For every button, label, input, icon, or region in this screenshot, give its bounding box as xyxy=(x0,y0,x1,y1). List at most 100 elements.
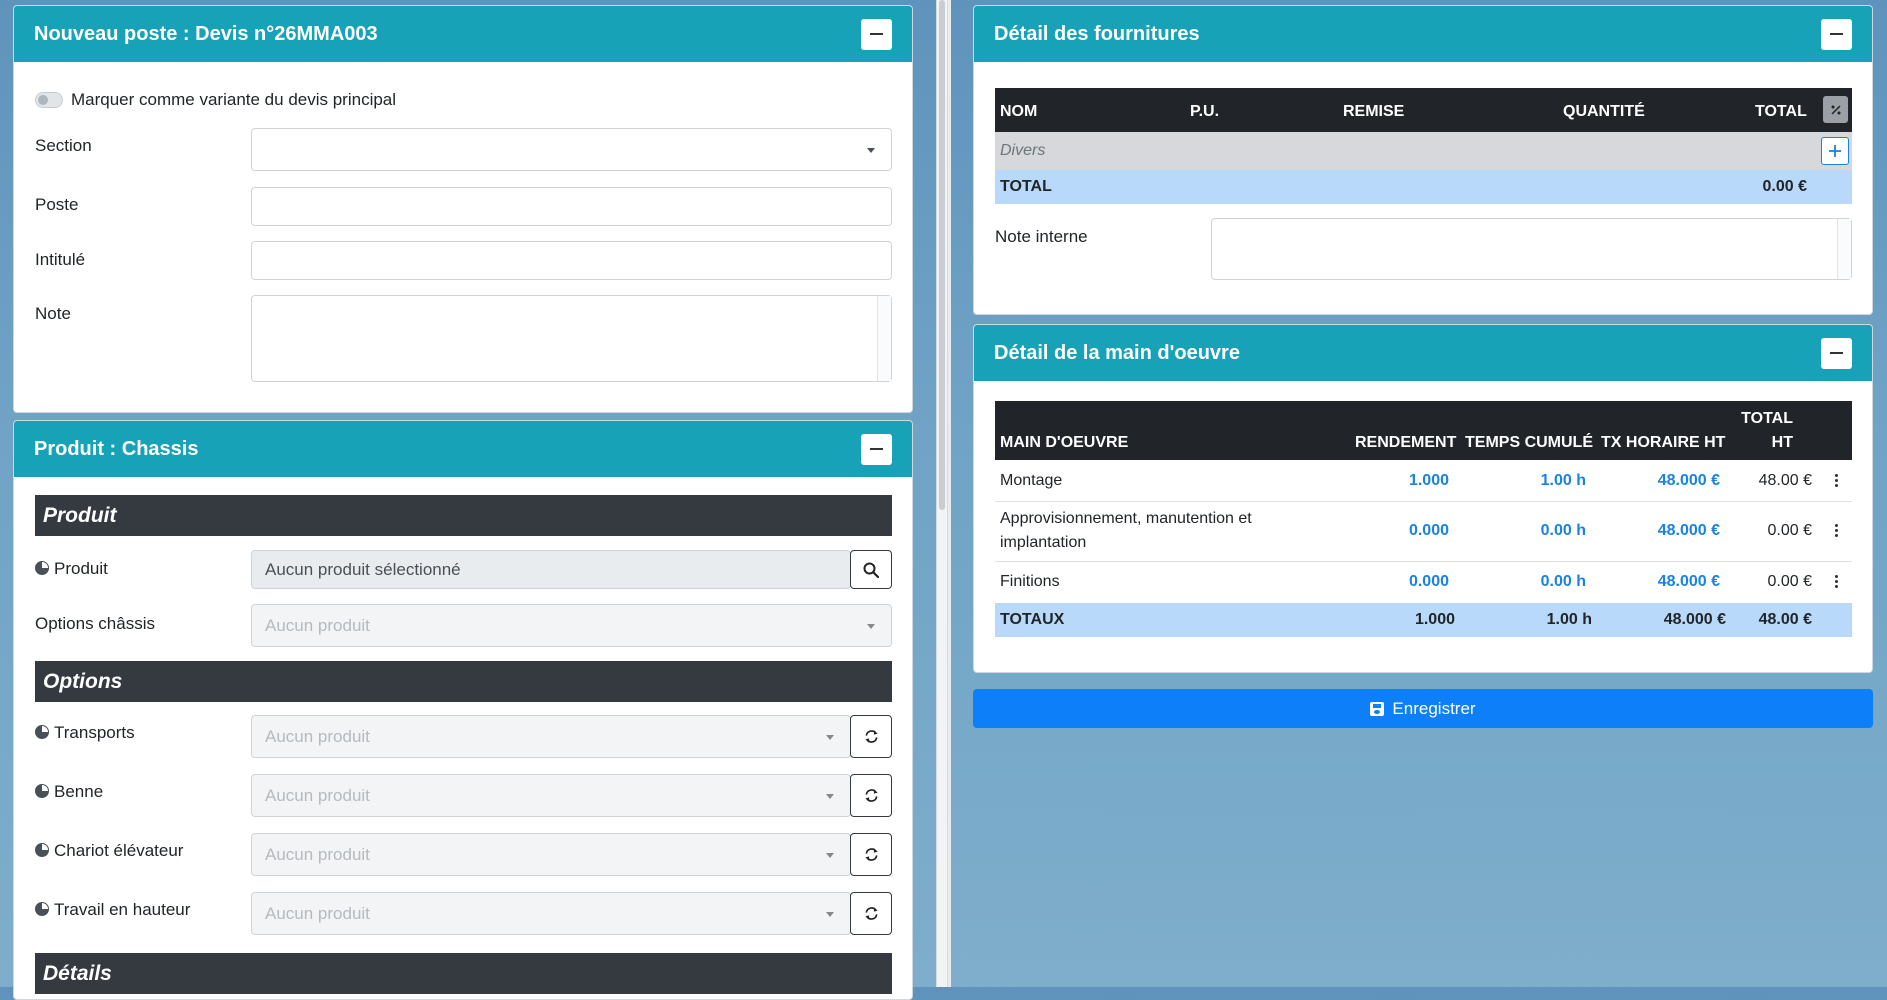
produit-input[interactable]: Aucun produit sélectionné xyxy=(251,550,851,589)
card-title: Détail de la main d'oeuvre xyxy=(994,341,1240,364)
option-placeholder: Aucun produit xyxy=(265,726,370,746)
textarea-scrollbar[interactable] xyxy=(877,296,891,381)
card-header: Détail des fournitures xyxy=(974,6,1872,62)
search-button[interactable] xyxy=(850,550,892,589)
collapse-button[interactable] xyxy=(1821,18,1852,50)
row-rendement[interactable]: 0.000 xyxy=(1409,522,1449,540)
chevron-down-icon xyxy=(867,623,875,629)
produit-value: Aucun produit sélectionné xyxy=(265,559,461,579)
row-total: 0.00 € xyxy=(1767,522,1812,539)
row-rendement[interactable]: 0.000 xyxy=(1409,573,1449,591)
options-chassis-label: Options châssis xyxy=(35,614,155,633)
options-chassis-select[interactable]: Aucun produit xyxy=(251,604,892,647)
card-produit-chassis: Produit : Chassis Produit Produit Aucun … xyxy=(13,420,913,1000)
card-title: Détail des fournitures xyxy=(994,22,1200,45)
totaux-tx: 48.000 € xyxy=(1663,611,1726,628)
row-temps[interactable]: 1.00 h xyxy=(1541,472,1586,490)
option-benne-label: Benne xyxy=(35,782,103,802)
totaux-rendement: 1.000 xyxy=(1414,611,1455,628)
row-temps[interactable]: 0.00 h xyxy=(1541,522,1586,540)
row-total: 48.00 € xyxy=(1758,472,1812,489)
col-nom: NOM xyxy=(1000,103,1038,120)
totaux-row: TOTAUX 1.000 1.00 h 48.000 € 48.00 € xyxy=(995,603,1852,637)
chevron-down-icon xyxy=(867,147,875,153)
minus-icon xyxy=(1830,33,1843,35)
intitule-input[interactable] xyxy=(251,241,892,280)
poste-input[interactable] xyxy=(251,187,892,226)
table-row: Finitions 0.000 0.00 h 48.000 € 0.00 € xyxy=(995,562,1852,603)
textarea-scrollbar[interactable] xyxy=(1837,219,1851,279)
refresh-button[interactable] xyxy=(850,774,892,817)
row-tx[interactable]: 48.000 € xyxy=(1658,522,1720,540)
save-label: Enregistrer xyxy=(1392,698,1476,718)
option-transports-select[interactable]: Aucun produit xyxy=(251,715,851,758)
poste-label: Poste xyxy=(35,195,79,214)
variant-toggle[interactable] xyxy=(35,92,63,108)
card-fournitures: Détail des fournitures NOM P.U. REMISE Q… xyxy=(973,5,1873,315)
intitule-label: Intitulé xyxy=(35,250,86,269)
row-temps[interactable]: 0.00 h xyxy=(1541,573,1586,591)
pie-chart-icon xyxy=(35,784,49,798)
refresh-button[interactable] xyxy=(850,892,892,935)
collapse-button[interactable] xyxy=(1821,337,1852,369)
collapse-button[interactable] xyxy=(861,18,892,50)
row-tx[interactable]: 48.000 € xyxy=(1658,472,1720,490)
col-total-ht-line1: TOTAL xyxy=(1741,410,1793,427)
save-button[interactable]: Enregistrer xyxy=(973,689,1873,728)
col-total: TOTAL xyxy=(1755,103,1807,120)
totaux-temps: 1.00 h xyxy=(1546,611,1592,628)
option-chariot-select[interactable]: Aucun produit xyxy=(251,833,851,876)
option-label-text: Chariot élévateur xyxy=(54,841,184,860)
card-main-oeuvre: Détail de la main d'oeuvre MAIN D'OEUVRE… xyxy=(973,324,1873,673)
note-interne-textarea[interactable] xyxy=(1211,218,1852,280)
col-main-oeuvre: MAIN D'OEUVRE xyxy=(1000,434,1129,451)
col-pu: P.U. xyxy=(1190,103,1220,120)
kebab-menu-icon[interactable] xyxy=(1835,474,1838,489)
row-total: 0.00 € xyxy=(1767,573,1812,590)
produit-label: Produit xyxy=(35,559,108,579)
option-label-text: Transports xyxy=(54,723,135,742)
produit-label-text: Produit xyxy=(54,559,108,578)
percent-toggle-button[interactable] xyxy=(1823,96,1848,123)
section-options: Options xyxy=(35,661,892,702)
collapse-button[interactable] xyxy=(861,433,892,465)
refresh-button[interactable] xyxy=(850,715,892,758)
percent-icon xyxy=(1830,104,1841,115)
search-icon xyxy=(863,562,879,578)
section-select[interactable] xyxy=(251,128,892,171)
fournitures-group-row: Divers xyxy=(995,132,1852,170)
kebab-menu-icon[interactable] xyxy=(1835,575,1838,590)
section-label: Section xyxy=(35,136,92,155)
row-name: Montage xyxy=(1000,472,1063,489)
col-rendement: RENDEMENT xyxy=(1355,434,1457,451)
minus-icon xyxy=(1830,352,1843,354)
card-header: Nouveau poste : Devis n°26MMA003 xyxy=(14,6,912,62)
row-name-line1: Approvisionnement, manutention et xyxy=(1000,510,1252,527)
option-benne-select[interactable]: Aucun produit xyxy=(251,774,851,817)
options-chassis-placeholder: Aucun produit xyxy=(265,615,370,635)
left-column-scrollbar[interactable] xyxy=(936,0,948,987)
pie-chart-icon xyxy=(35,725,49,739)
refresh-icon xyxy=(864,789,878,802)
kebab-menu-icon[interactable] xyxy=(1835,524,1838,539)
note-textarea[interactable] xyxy=(251,295,892,382)
group-label: Divers xyxy=(1000,142,1046,159)
add-button[interactable] xyxy=(1821,137,1849,165)
row-rendement[interactable]: 1.000 xyxy=(1409,472,1449,490)
scroll-thumb[interactable] xyxy=(939,0,945,510)
card-title: Nouveau poste : Devis n°26MMA003 xyxy=(34,22,378,45)
save-icon xyxy=(1370,701,1385,716)
row-tx[interactable]: 48.000 € xyxy=(1658,573,1720,591)
section-produit: Produit xyxy=(35,495,892,536)
fournitures-table-header: NOM P.U. REMISE QUANTITÉ TOTAL xyxy=(995,88,1852,132)
totaux-label: TOTAUX xyxy=(1000,611,1065,628)
col-remise: REMISE xyxy=(1343,103,1405,120)
option-travail-hauteur-select[interactable]: Aucun produit xyxy=(251,892,851,935)
plus-icon xyxy=(1829,145,1841,157)
refresh-button[interactable] xyxy=(850,833,892,876)
pie-chart-icon xyxy=(35,843,49,857)
pie-chart-icon xyxy=(35,561,49,575)
chevron-down-icon xyxy=(826,911,834,917)
option-transports-label: Transports xyxy=(35,723,135,743)
table-row: Montage 1.000 1.00 h 48.000 € 48.00 € xyxy=(995,460,1852,502)
